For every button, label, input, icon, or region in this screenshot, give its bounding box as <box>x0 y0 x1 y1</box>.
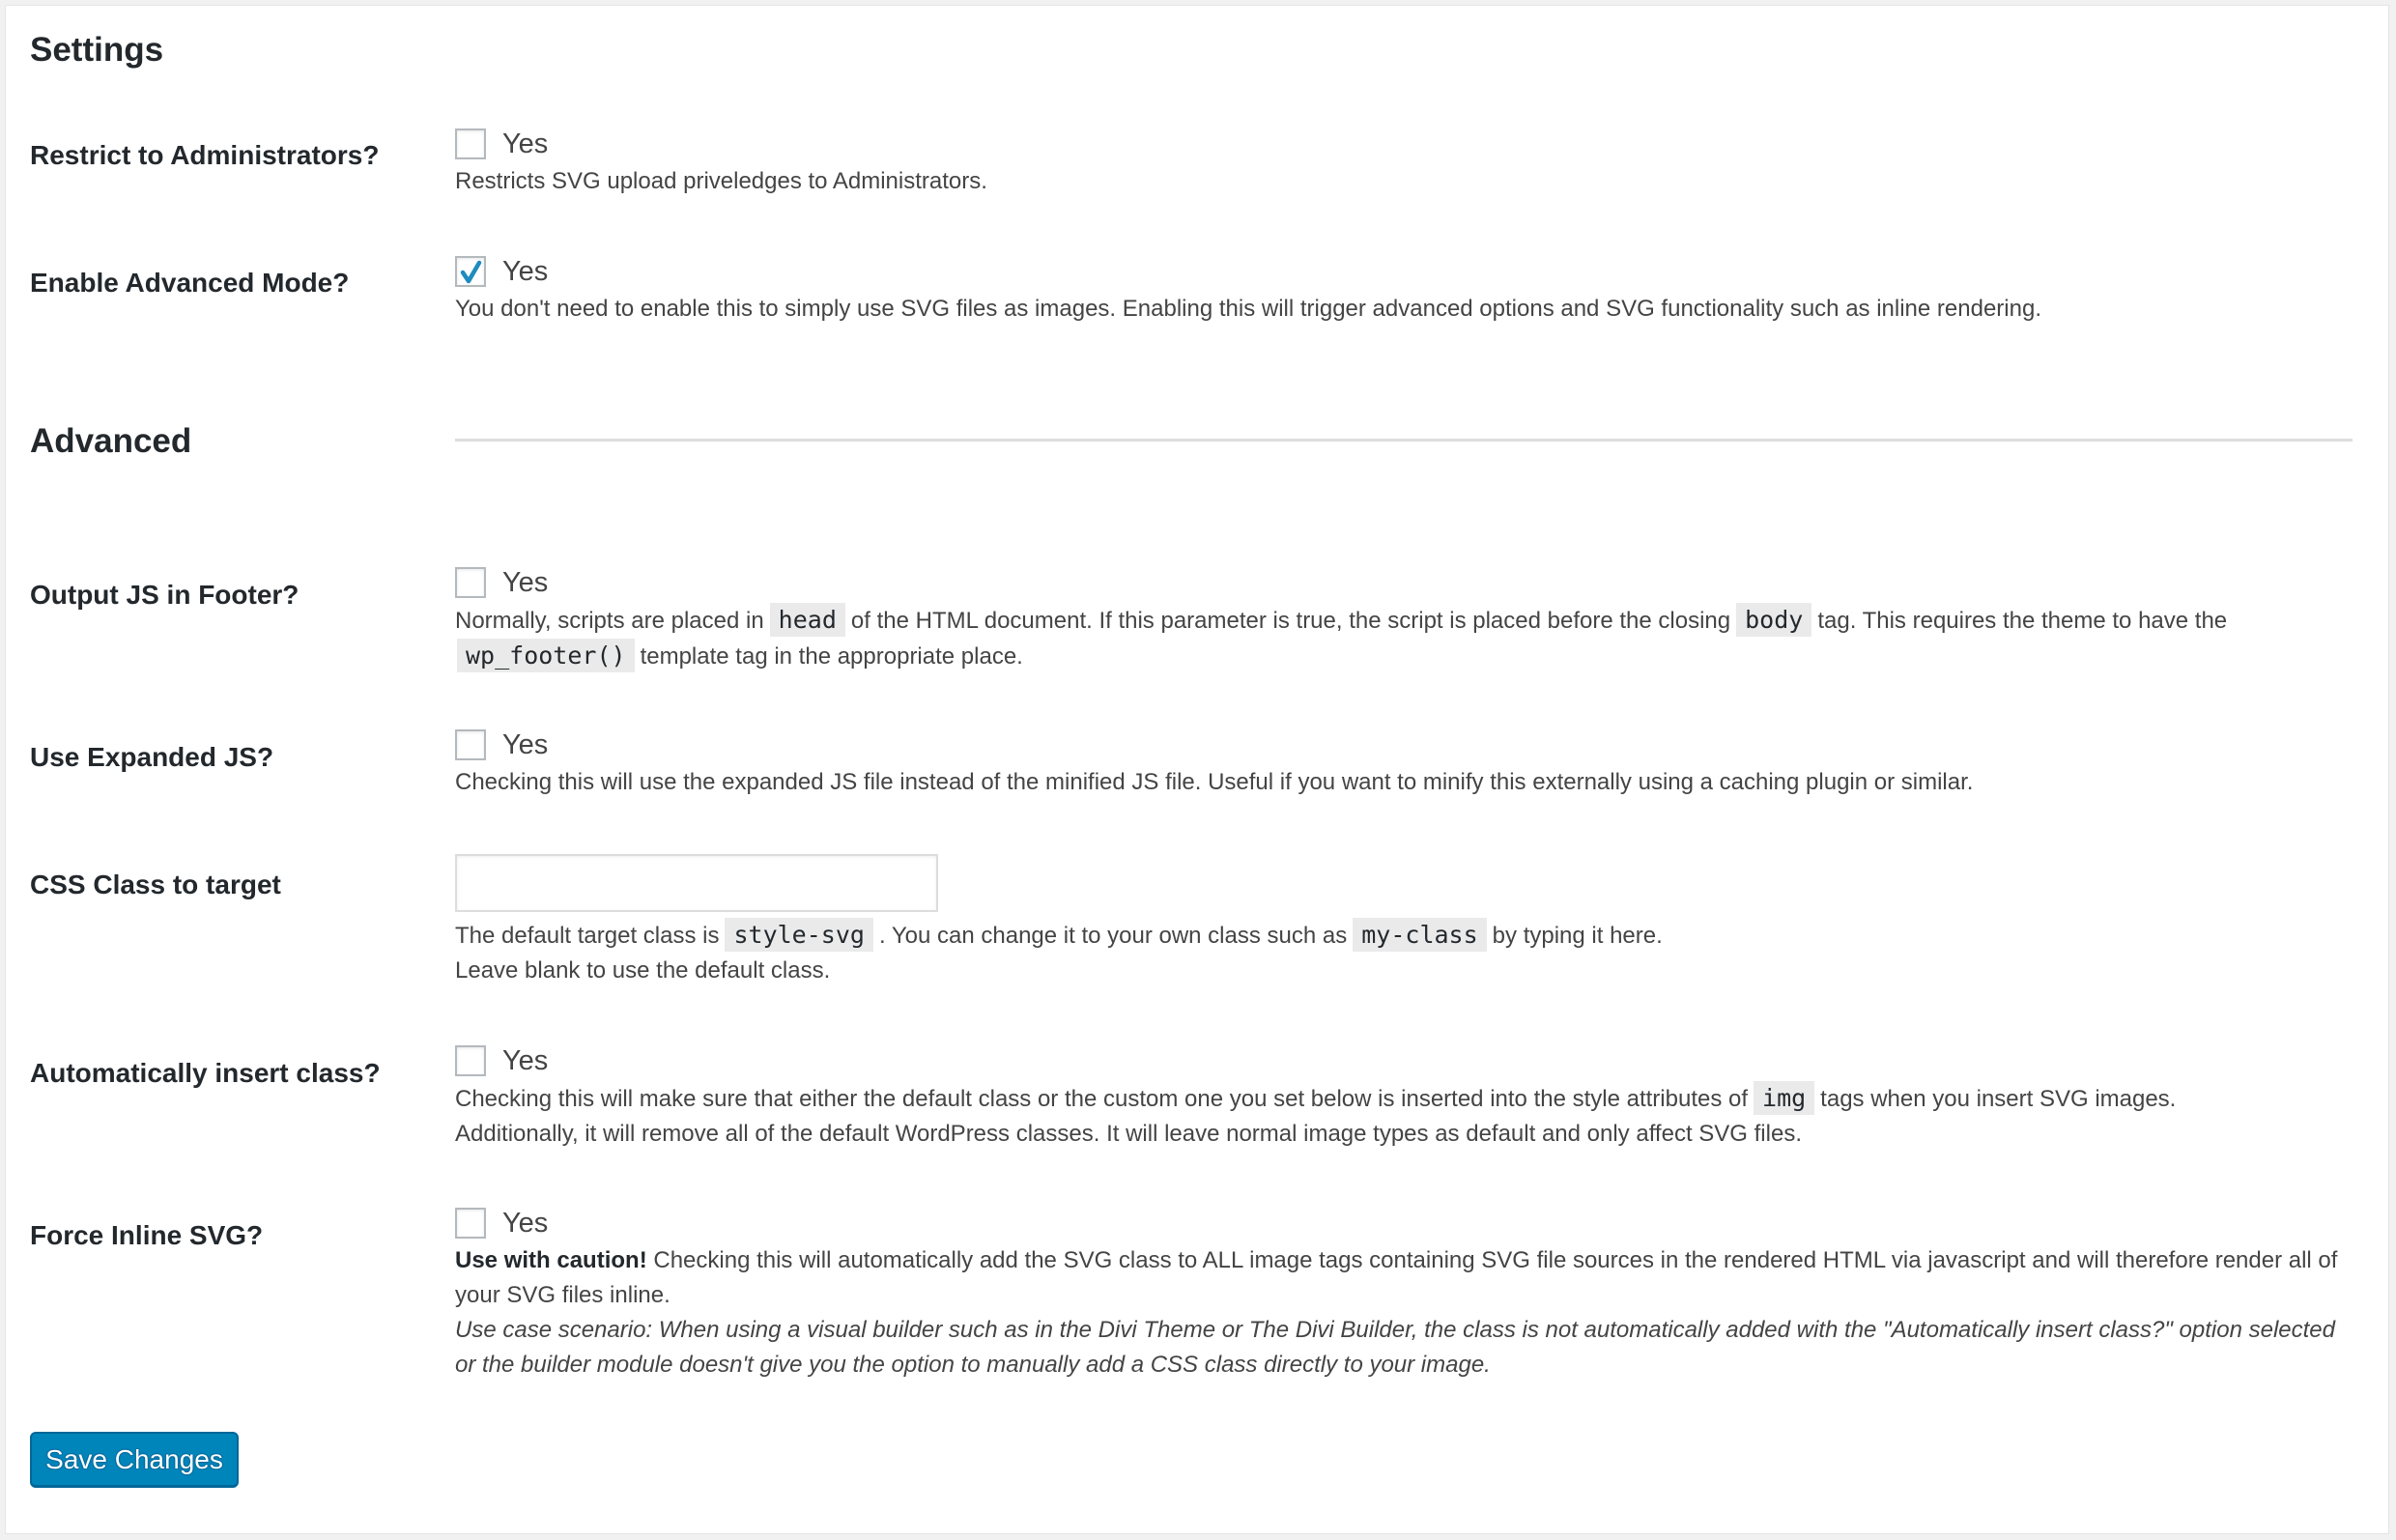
code-style-svg: style-svg <box>725 918 873 952</box>
use-case-text: Use case scenario: When using a visual b… <box>455 1317 2335 1378</box>
checkmark-icon <box>460 260 482 284</box>
auto-insert-description: Checking this will make sure that either… <box>455 1081 2350 1152</box>
caution-text: Use with caution! <box>455 1247 647 1273</box>
expanded-js-checkbox-label[interactable]: Yes <box>502 730 548 759</box>
code-head: head <box>769 603 845 637</box>
desc-text: template tag in the appropriate place. <box>640 643 1023 670</box>
auto-insert-field: Yes Checking this will make sure that ei… <box>455 1044 2350 1152</box>
desc-text: tag. This requires the theme to have the <box>1817 608 2228 634</box>
css-class-label: CSS Class to target <box>30 870 281 899</box>
expanded-js-checkbox[interactable] <box>455 729 486 760</box>
expanded-js-description: Checking this will use the expanded JS f… <box>455 769 1974 795</box>
js-footer-checkbox[interactable] <box>455 567 486 598</box>
desc-text: Normally, scripts are placed in <box>455 608 764 634</box>
force-inline-checkbox[interactable] <box>455 1208 486 1239</box>
restrict-admin-checkbox-label[interactable]: Yes <box>502 129 548 158</box>
force-inline-label: Force Inline SVG? <box>30 1220 264 1250</box>
css-class-description: The default target class is style-svg. Yo… <box>455 918 2350 988</box>
settings-panel: Settings Restrict to Administrators? Yes… <box>5 5 2389 1534</box>
auto-insert-checkbox-label[interactable]: Yes <box>502 1046 548 1075</box>
advanced-divider <box>455 439 2353 442</box>
desc-text: The default target class is <box>455 923 720 949</box>
css-class-input[interactable] <box>455 854 938 912</box>
desc-text: Checking this will make sure that either… <box>455 1086 1749 1112</box>
desc-text: . You can change it to your own class su… <box>878 923 1348 949</box>
advanced-heading: Advanced <box>30 422 192 460</box>
desc-text: Additionally, it will remove all of the … <box>455 1121 1802 1147</box>
code-my-class: my-class <box>1353 918 1487 952</box>
force-inline-description: Use with caution! Checking this will aut… <box>455 1243 2350 1383</box>
auto-insert-label: Automatically insert class? <box>30 1058 381 1088</box>
js-footer-description: Normally, scripts are placed in head of th… <box>455 603 2350 674</box>
restrict-admin-checkbox[interactable] <box>455 128 486 159</box>
save-changes-button[interactable]: Save Changes <box>30 1432 239 1488</box>
desc-text: of the HTML document. If this parameter … <box>850 608 1731 634</box>
css-class-field: The default target class is style-svg. Yo… <box>455 854 2350 988</box>
desc-text: Leave blank to use the default class. <box>455 957 831 984</box>
advanced-mode-checkbox-label[interactable]: Yes <box>502 257 548 286</box>
desc-text: by typing it here. <box>1492 923 1663 949</box>
restrict-admin-label: Restrict to Administrators? <box>30 140 380 170</box>
expanded-js-label: Use Expanded JS? <box>30 742 274 772</box>
code-img: img <box>1754 1081 1815 1115</box>
js-footer-field: Yes Normally, scripts are placed in head o… <box>455 566 2350 674</box>
settings-heading: Settings <box>30 31 164 69</box>
desc-text: Checking this will automatically add the… <box>455 1247 2338 1308</box>
advanced-mode-field: Yes You don't need to enable this to sim… <box>455 255 2350 327</box>
force-inline-checkbox-label[interactable]: Yes <box>502 1209 548 1238</box>
restrict-admin-description: Restricts SVG upload priveledges to Admi… <box>455 168 987 194</box>
advanced-mode-label: Enable Advanced Mode? <box>30 268 350 298</box>
desc-text: tags when you insert SVG images. <box>1820 1086 2177 1112</box>
advanced-mode-description: You don't need to enable this to simply … <box>455 296 2041 322</box>
js-footer-checkbox-label[interactable]: Yes <box>502 568 548 597</box>
restrict-admin-field: Yes Restricts SVG upload priveledges to … <box>455 128 2350 199</box>
js-footer-label: Output JS in Footer? <box>30 580 300 610</box>
advanced-mode-checkbox[interactable] <box>455 256 486 287</box>
force-inline-field: Yes Use with caution! Checking this will… <box>455 1207 2350 1383</box>
auto-insert-checkbox[interactable] <box>455 1045 486 1076</box>
code-body: body <box>1736 603 1812 637</box>
code-wp-footer: wp_footer() <box>457 639 635 672</box>
expanded-js-field: Yes Checking this will use the expanded … <box>455 728 2350 800</box>
